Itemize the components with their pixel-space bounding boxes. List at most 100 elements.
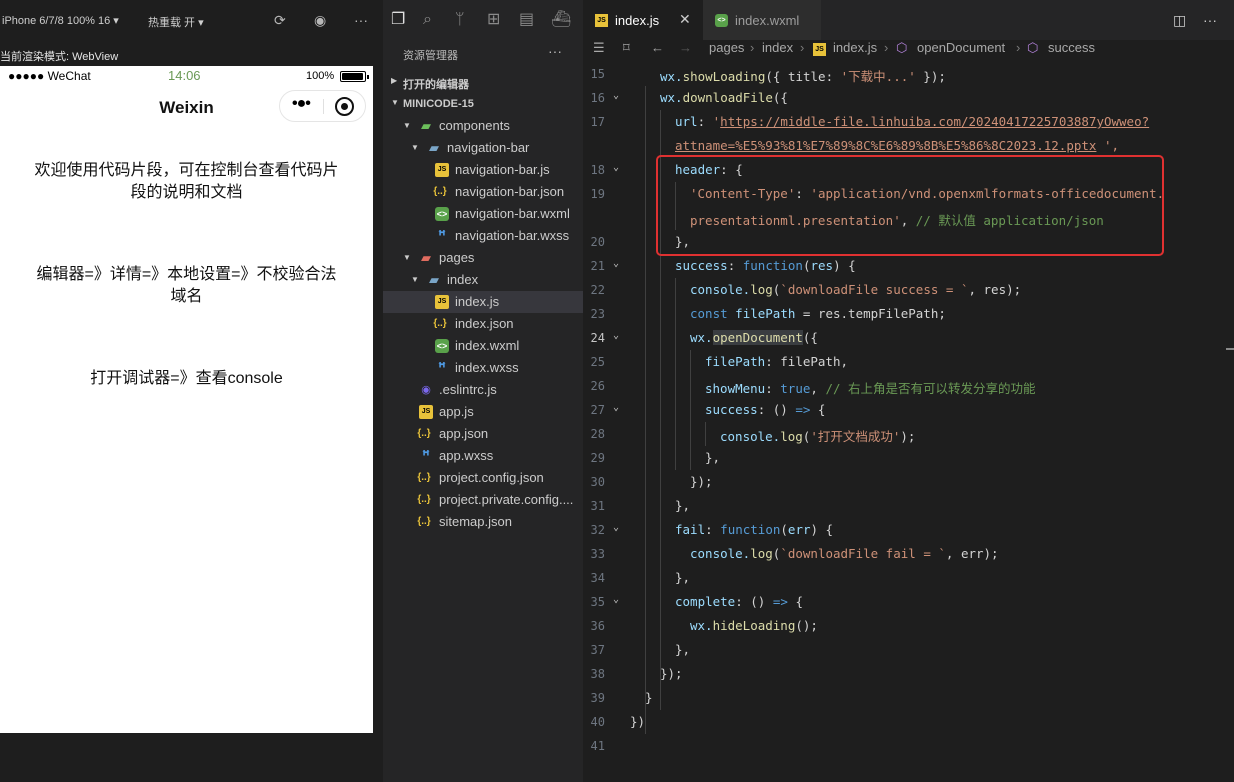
tree-file[interactable]: {..} index.json [383, 313, 583, 335]
tree-file[interactable]: {..} app.json [383, 423, 583, 445]
chevron-down-icon[interactable]: ⌄ [613, 162, 619, 173]
refresh-icon[interactable]: ⟳ [274, 13, 286, 27]
back-arrow-icon[interactable]: ← [651, 40, 664, 55]
battery-icon [340, 71, 369, 82]
battery-percent: 100% [306, 70, 335, 82]
code-link[interactable]: attname=%E5%93%81%E7%89%8C%E6%89%8B%E5%8… [675, 138, 1096, 153]
breadcrumb-separator: › [800, 40, 805, 55]
tree-file[interactable]: {..} project.private.config.... [383, 489, 583, 511]
source-control-icon[interactable]: ᛘ [455, 12, 465, 28]
tree-folder-components[interactable]: ▼ ▰ components [383, 115, 583, 137]
tab-index-wxml[interactable]: <> index.wxml [703, 0, 821, 40]
json-file-icon: {..} [417, 428, 431, 439]
storage-icon[interactable]: ▤ [519, 12, 534, 28]
breadcrumb-item[interactable]: success [1048, 40, 1095, 55]
open-editors-section[interactable]: ▶ 打开的编辑器 [383, 71, 583, 93]
close-miniprogram-icon[interactable] [335, 97, 354, 116]
extensions-icon[interactable]: ⊞ [487, 12, 500, 28]
tree-folder-navigation-bar[interactable]: ▼ ▰ navigation-bar [383, 137, 583, 159]
code-token: ', [1096, 138, 1120, 153]
chevron-down-icon[interactable]: ⌄ [613, 522, 619, 533]
chevron-down-icon: ▼ [403, 253, 411, 262]
tree-label: project.config.json [439, 470, 544, 485]
tree-file[interactable]: ꟸ app.wxss [383, 445, 583, 467]
chevron-down-icon[interactable]: ⌄ [613, 330, 619, 341]
more-actions-icon[interactable]: ··· [1203, 12, 1217, 28]
code-link[interactable]: https://middle-file.linhuiba.com/2024041… [720, 114, 1149, 129]
search-icon[interactable]: ⌕ [423, 12, 432, 28]
scrollbar-marker[interactable] [1226, 348, 1234, 350]
code-token: ( [802, 258, 811, 273]
line-number: 25 [590, 355, 605, 369]
code-line: 38 }); [583, 662, 1234, 686]
breadcrumb-item[interactable]: index [762, 40, 793, 55]
tree-file-selected[interactable]: JS index.js [383, 291, 583, 313]
tree-file[interactable]: {..} sitemap.json [383, 511, 583, 533]
status-time: 14:06 [168, 68, 201, 83]
tab-index-js[interactable]: JS index.js ✕ [583, 0, 703, 40]
more-dots-icon[interactable]: •●• [292, 95, 311, 113]
chevron-down-icon: ▼ [411, 143, 419, 152]
tree-file[interactable]: JS app.js [383, 401, 583, 423]
editor-panel: JS index.js ✕ <> index.wxml ◫ ··· ☰ ⌑ ← … [583, 0, 1234, 782]
breadcrumb-separator: › [1016, 40, 1021, 55]
breadcrumb-item[interactable]: pages [709, 40, 744, 55]
more-icon[interactable]: ··· [354, 13, 368, 27]
tree-label: navigation-bar [447, 140, 530, 155]
tree-folder-pages[interactable]: ▼ ▰ pages [383, 247, 583, 269]
split-editor-icon[interactable]: ◫ [1173, 12, 1186, 29]
code-token: complete [675, 594, 736, 609]
wxss-file-icon: ꟸ [422, 448, 430, 463]
files-icon[interactable]: ❐ [391, 12, 405, 28]
docker-icon[interactable]: ⛴ [551, 12, 571, 28]
phone-screen: ●●●●● WeChat 14:06 100% Weixin •●• 欢迎使用代… [0, 66, 373, 733]
tree-file[interactable]: <> index.wxml [383, 335, 583, 357]
chevron-down-icon[interactable]: ⌄ [613, 90, 619, 101]
tree-label: navigation-bar.wxml [455, 206, 570, 221]
tree-file[interactable]: {..} project.config.json [383, 467, 583, 489]
code-token: ( [780, 522, 788, 537]
stop-icon[interactable]: ◉ [314, 13, 326, 27]
js-file-icon: JS [595, 14, 608, 27]
device-selector[interactable]: iPhone 6/7/8 100% 16 ▾ [2, 14, 119, 27]
explorer-more-icon[interactable]: ··· [548, 43, 562, 59]
js-file-icon: JS [419, 405, 433, 419]
tree-file[interactable]: {..} navigation-bar.json [383, 181, 583, 203]
chevron-down-icon[interactable]: ⌄ [613, 402, 619, 413]
json-file-icon: {..} [417, 516, 431, 527]
code-line: 40 }) [583, 710, 1234, 734]
code-token: : [765, 381, 781, 396]
menu-capsule[interactable]: •●• [279, 90, 366, 122]
breadcrumb-item[interactable]: openDocument [917, 40, 1005, 55]
breadcrumb-item[interactable]: index.js [833, 40, 877, 55]
tree-label: sitemap.json [439, 514, 512, 529]
code-line: 25 filePath: filePath, [583, 350, 1234, 374]
simulator-toolbar: iPhone 6/7/8 100% 16 ▾ 热重载 开 ▾ ⟳ ◉ ··· [0, 0, 383, 42]
code-line: 41 [583, 734, 1234, 758]
line-number: 20 [590, 235, 605, 249]
close-icon[interactable]: ✕ [679, 11, 691, 28]
tree-file[interactable]: ꟸ index.wxss [383, 357, 583, 379]
bookmark-icon[interactable]: ⌑ [623, 40, 630, 56]
code-line: 28 console.log('打开文档成功'); [583, 422, 1234, 446]
code-token: , [810, 381, 826, 396]
open-editors-label: 打开的编辑器 [403, 79, 469, 91]
tree-file[interactable]: JS navigation-bar.js [383, 159, 583, 181]
tree-folder-index[interactable]: ▼ ▰ index [383, 269, 583, 291]
tree-file[interactable]: <> navigation-bar.wxml [383, 203, 583, 225]
forward-arrow-icon[interactable]: → [679, 40, 692, 55]
folder-icon: ▰ [421, 250, 431, 265]
hot-reload-toggle[interactable]: 热重载 开 ▾ [148, 14, 204, 30]
tree-file[interactable]: ꟸ navigation-bar.wxss [383, 225, 583, 247]
list-icon[interactable]: ☰ [593, 40, 605, 56]
code-line: 33 console.log(`downloadFile fail = `, e… [583, 542, 1234, 566]
tree-file[interactable]: ◉ .eslintrc.js [383, 379, 583, 401]
code-token: `downloadFile fail = ` [780, 546, 946, 561]
project-section[interactable]: ▼ MINICODE-15 [383, 93, 583, 115]
chevron-down-icon[interactable]: ⌄ [613, 258, 619, 269]
line-number-current: 24 [590, 331, 605, 345]
code-line: 30 }); [583, 470, 1234, 494]
chevron-down-icon[interactable]: ⌄ [613, 594, 619, 605]
tree-label: index.js [455, 294, 500, 309]
tree-label: app.js [439, 404, 474, 419]
